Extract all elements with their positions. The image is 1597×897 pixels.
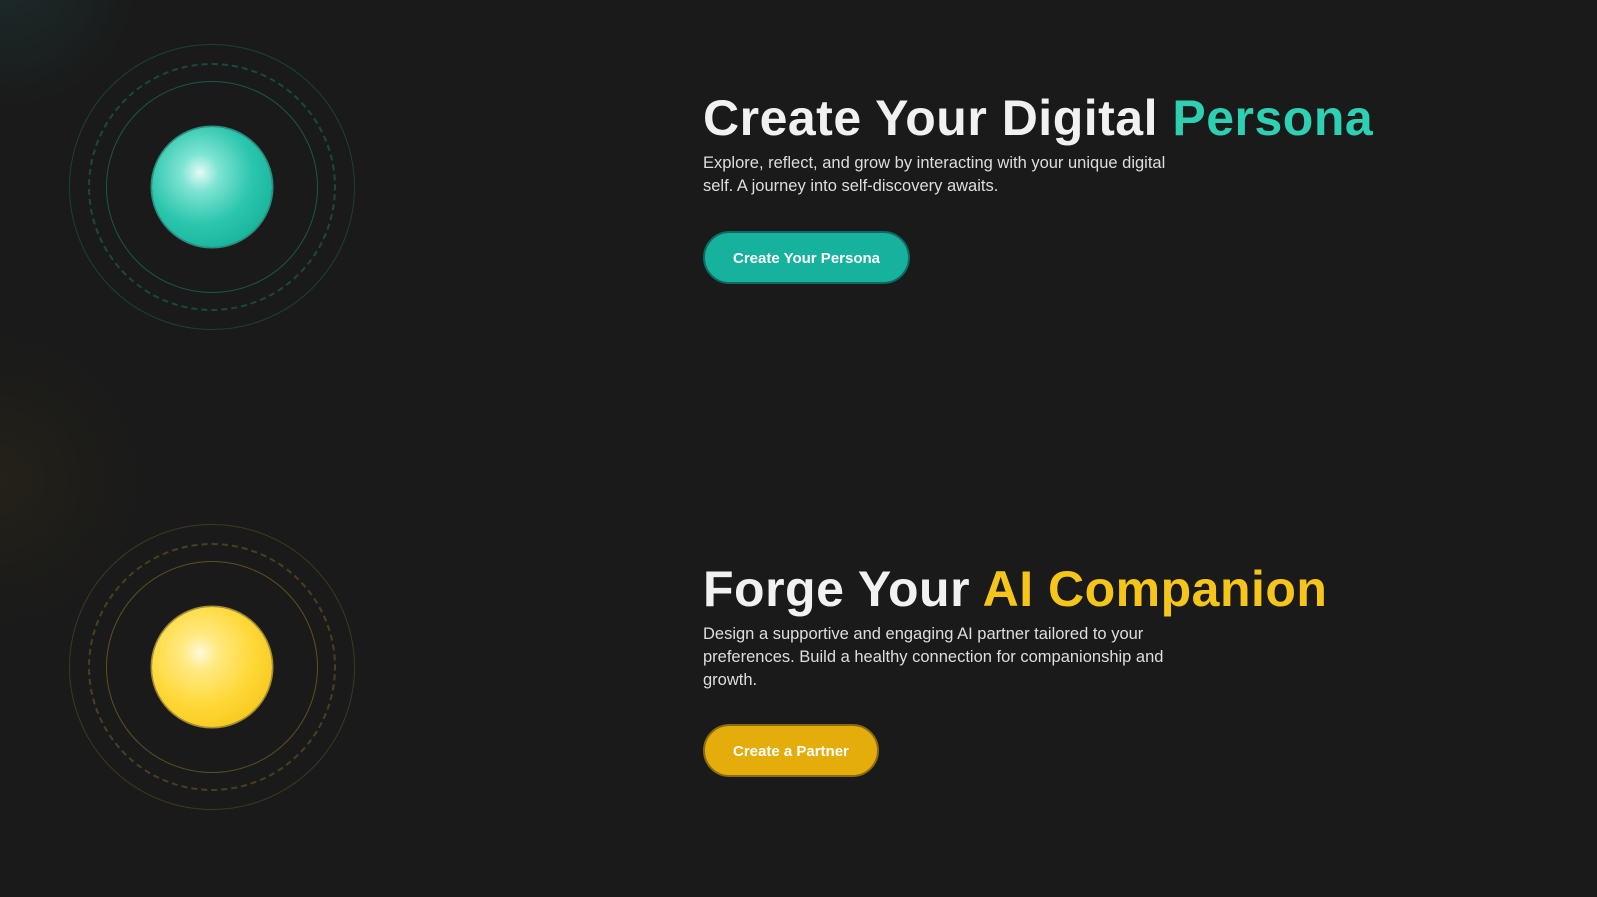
companion-description: Design a supportive and engaging AI part… (703, 625, 1164, 689)
persona-heading-prefix: Create Your Digital (703, 90, 1173, 146)
create-partner-button[interactable]: Create a Partner (703, 724, 879, 777)
persona-orb (152, 127, 272, 247)
companion-orb (152, 607, 272, 727)
companion-section: Forge Your AI Companion Design a support… (703, 559, 1327, 777)
persona-description: Explore, reflect, and grow by interactin… (703, 154, 1166, 195)
companion-orb-graphic (69, 524, 355, 810)
landing-page: Create Your Digital Persona Explore, ref… (0, 0, 1597, 897)
persona-heading: Create Your Digital Persona (703, 88, 1373, 148)
persona-heading-accent: Persona (1172, 90, 1374, 146)
companion-heading-prefix: Forge Your (703, 561, 983, 617)
persona-section: Create Your Digital Persona Explore, ref… (703, 88, 1373, 284)
persona-orb-graphic (69, 44, 355, 330)
companion-heading-accent: AI Companion (982, 561, 1328, 617)
companion-heading: Forge Your AI Companion (703, 559, 1327, 619)
create-persona-button[interactable]: Create Your Persona (703, 231, 911, 284)
